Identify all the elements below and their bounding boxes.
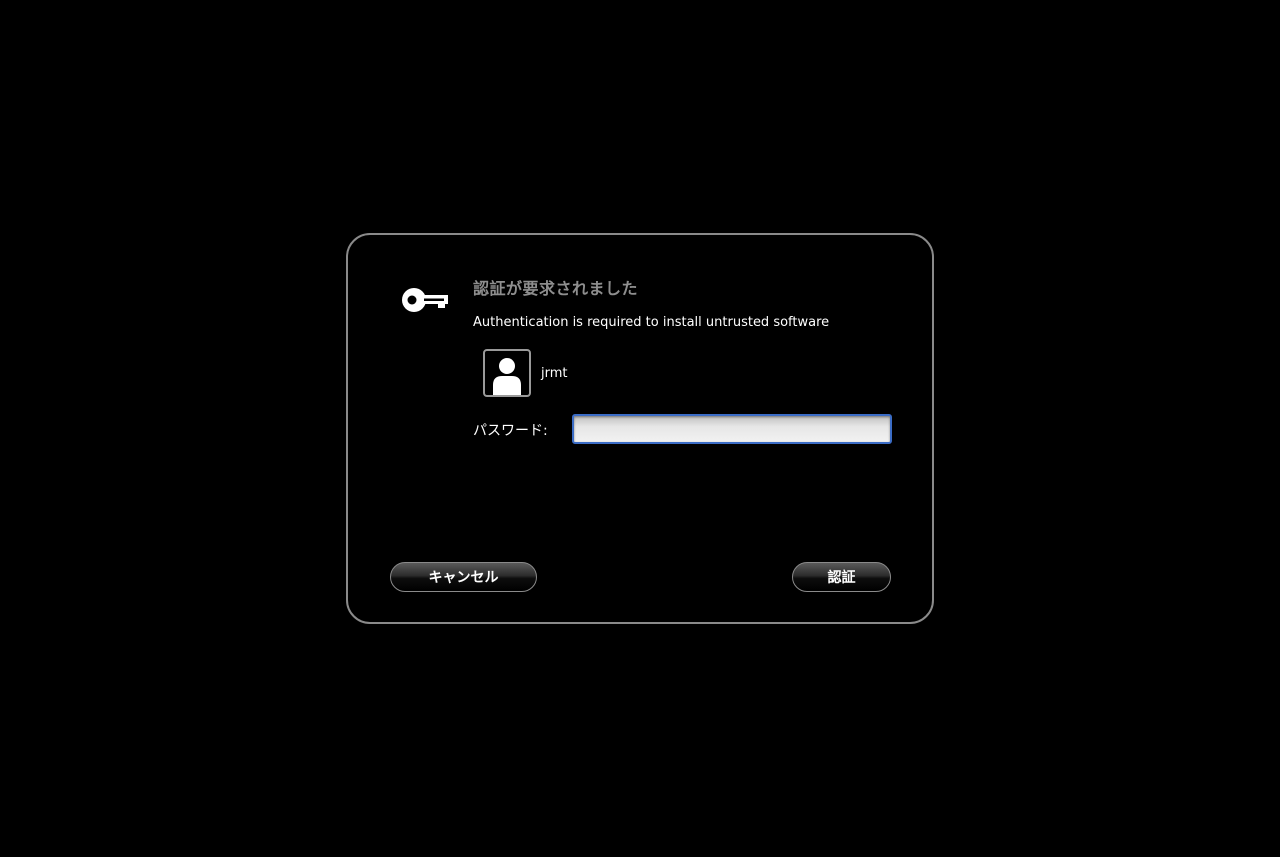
cancel-button[interactable]: キャンセル [390,562,537,592]
person-icon [493,358,521,395]
password-field[interactable] [572,414,892,444]
key-icon [402,288,448,312]
user-avatar-icon [483,349,531,397]
screen: 認証が要求されました Authentication is required to… [0,0,1280,857]
user-row: jrmt [483,349,568,397]
password-label: パスワード: [473,423,548,439]
dialog-title: 認証が要求されました [473,279,639,298]
auth-dialog: 認証が要求されました Authentication is required to… [346,233,934,624]
authenticate-button[interactable]: 認証 [792,562,891,592]
dialog-message: Authentication is required to install un… [473,315,830,330]
username: jrmt [541,365,568,381]
